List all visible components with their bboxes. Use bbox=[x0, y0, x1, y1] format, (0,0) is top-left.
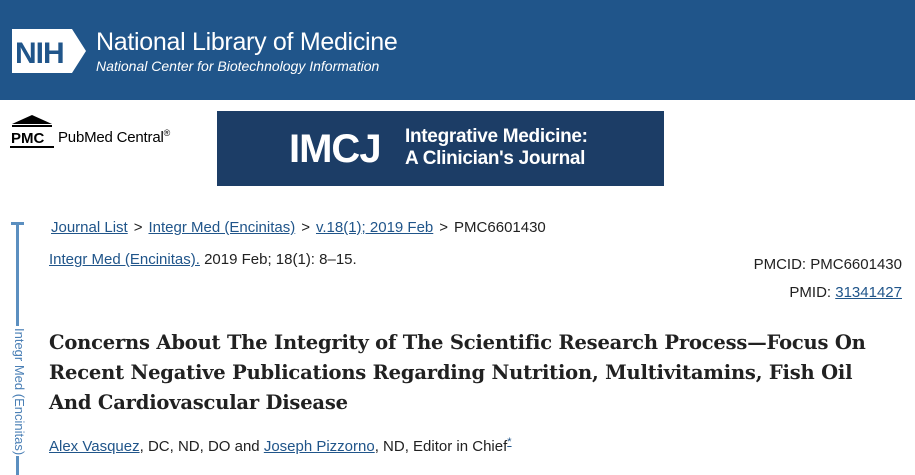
breadcrumb: Journal List > Integr Med (Encinitas) > v.18… bbox=[51, 219, 546, 236]
pmcid: PMCID: PMC6601430 bbox=[753, 256, 902, 273]
citation: Integr Med (Encinitas). 2019 Feb; 18(1):… bbox=[49, 251, 357, 268]
pmc-name[interactable]: PubMed Central® bbox=[58, 128, 170, 146]
breadcrumb-issue[interactable]: v.18(1); 2019 Feb bbox=[316, 219, 433, 236]
pmc-logo-icon[interactable]: PMC bbox=[8, 114, 56, 150]
author-link-vasquez[interactable]: Alex Vasquez bbox=[49, 438, 140, 455]
citation-details: 2019 Feb; 18(1): 8–15. bbox=[199, 251, 357, 268]
pmid: PMID: 31341427 bbox=[754, 279, 902, 307]
nih-header: NIH National Library of Medicine Nationa… bbox=[0, 0, 915, 100]
pmid-label: PMID: bbox=[789, 284, 836, 301]
nih-logo-text: NIH bbox=[15, 37, 64, 70]
nih-logo[interactable]: NIH bbox=[10, 27, 88, 75]
citation-journal-link[interactable]: Integr Med (Encinitas). bbox=[49, 251, 200, 268]
author2-credentials: , ND, Editor in Chief bbox=[374, 438, 508, 455]
pmid-link[interactable]: 31341427 bbox=[835, 284, 902, 301]
breadcrumb-journal-list[interactable]: Journal List bbox=[51, 219, 128, 236]
breadcrumb-current: PMC6601430 bbox=[454, 219, 546, 236]
breadcrumb-separator: > bbox=[439, 219, 449, 236]
journal-name-line2: A Clinician's Journal bbox=[405, 148, 586, 169]
breadcrumb-separator: > bbox=[301, 219, 310, 236]
side-journal-label[interactable]: Integr Med (Encinitas) bbox=[9, 326, 27, 456]
author1-credentials: , DC, ND, DO and bbox=[139, 438, 264, 455]
breadcrumb-separator: > bbox=[133, 219, 143, 236]
pmc-reg-mark: ® bbox=[163, 128, 171, 138]
article-title: Concerns About The Integrity of The Scie… bbox=[49, 331, 866, 414]
pmc-logo-text: PMC bbox=[11, 130, 45, 147]
nih-subtitle[interactable]: National Center for Biotechnology Inform… bbox=[96, 58, 379, 74]
pmc-name-text: PubMed Central bbox=[58, 129, 164, 146]
journal-banner[interactable]: IMCJ Integrative Medicine: A Clinician's… bbox=[217, 111, 664, 186]
journal-abbr: IMCJ bbox=[289, 127, 382, 171]
authors: Alex Vasquez, DC, ND, DO and Joseph Pizz… bbox=[49, 434, 512, 455]
article-ids: PMCID: PMC6601430 PMID: 31341427 bbox=[754, 251, 902, 307]
author-link-pizzorno[interactable]: Joseph Pizzorno bbox=[264, 438, 375, 455]
author-footnote-link[interactable]: * bbox=[507, 436, 511, 448]
nih-title[interactable]: National Library of Medicine bbox=[96, 28, 398, 57]
journal-name-line1: Integrative Medicine: bbox=[405, 126, 588, 147]
breadcrumb-journal[interactable]: Integr Med (Encinitas) bbox=[148, 219, 295, 236]
